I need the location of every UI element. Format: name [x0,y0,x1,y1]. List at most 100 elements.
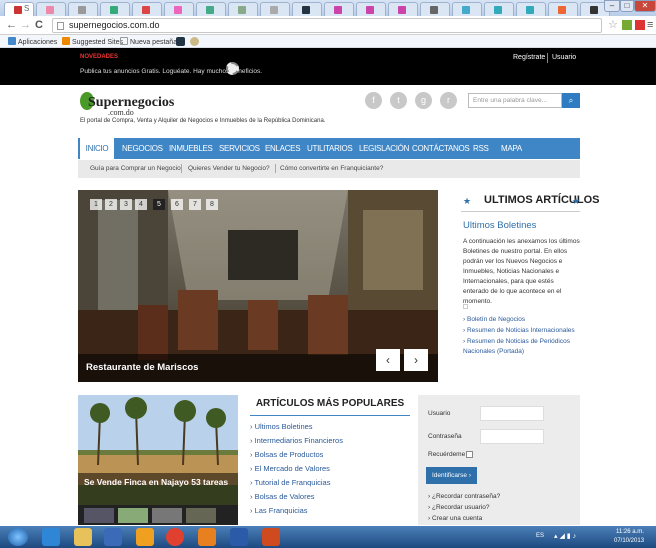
popular-item[interactable]: › Ultimos Boletines [250,422,313,431]
reload-icon[interactable]: C [35,19,43,31]
chevron-right-icon[interactable]: › [404,349,428,371]
menu-icon[interactable]: ≡ [647,19,653,31]
search-input[interactable]: Entre una palabra clave... [468,93,562,108]
browser-tab[interactable] [36,2,66,16]
sidebar-link-2[interactable]: › Resumen de Noticias Internacionales [463,326,581,336]
browser-tab[interactable] [68,2,98,16]
media-icon[interactable] [104,528,122,546]
start-button-icon[interactable] [8,528,28,546]
bookmark-icon[interactable] [190,37,199,46]
clock-date[interactable]: 07/10/2013 [614,538,644,544]
nav-item-enlaces[interactable]: ENLACES [265,138,301,159]
register-link[interactable]: Regístrate [513,54,545,61]
sidebar-link-3[interactable]: › Resumen de Noticias de Periódicos Naci… [463,337,581,357]
nav-item-inmuebles[interactable]: INMUEBLES [169,138,213,159]
minimize-icon[interactable]: – [604,0,620,12]
ie-icon[interactable] [42,528,60,546]
slider-page[interactable]: 1 [90,199,102,210]
chrome-icon[interactable] [166,528,184,546]
browser-tab[interactable] [132,2,162,16]
rss-icon[interactable]: r [440,92,457,109]
nav-item-legislacion[interactable]: LEGISLACIÓN [359,138,409,159]
popular-item[interactable]: › Tutorial de Franquicias [250,478,330,487]
nav-item-contactanos[interactable]: CONTÁCTANOS [412,138,470,159]
browser-tab[interactable] [100,2,130,16]
user-link[interactable]: Usuario [552,54,576,61]
sidebar-subtitle[interactable]: Ultimos Boletines [463,220,536,231]
forgot-password-link[interactable]: › ¿Recordar contraseña? [428,493,500,500]
nav-item-servicios[interactable]: SERVICIOS [219,138,260,159]
browser-tab[interactable] [388,2,418,16]
popular-item[interactable]: › Intermediarios Financieros [250,436,343,445]
facebook-icon[interactable]: f [365,92,382,109]
slider-caption[interactable]: Restaurante de Mariscos [86,362,198,373]
browser-tab[interactable] [196,2,226,16]
forgot-username-link[interactable]: › ¿Recordar usuario? [428,504,489,511]
app-icon[interactable] [198,528,216,546]
thumbnail[interactable] [186,508,216,523]
subnav-item[interactable]: Guía para Comprar un Negocio [90,165,181,172]
bookmark-newtab[interactable]: Nueva pestaña [120,37,177,47]
bookmark-icon[interactable] [176,37,185,46]
remember-checkbox[interactable] [466,451,473,458]
language-indicator[interactable]: ES [536,533,544,539]
image-slider[interactable]: 1 2 3 4 5 6 7 8 Restaurante de Mariscos … [78,190,438,382]
create-account-link[interactable]: › Crear una cuenta [428,515,482,522]
slider-page[interactable]: 4 [135,199,147,210]
star-icon[interactable]: ☆ [608,19,618,31]
address-bar[interactable]: supernegocios.com.do [52,18,602,33]
nav-item-inicio[interactable]: INICIO [80,138,114,159]
word-icon[interactable] [230,528,248,546]
subnav-item[interactable]: Quieres Vender tu Negocio? [188,165,270,172]
slider-page[interactable]: 3 [120,199,132,210]
clock-time[interactable]: 11:26 a.m. [616,529,644,535]
browser-tab[interactable] [164,2,194,16]
folder-icon[interactable] [74,528,92,546]
slider-page-active[interactable]: 5 [153,199,165,210]
bookmark-suggested[interactable]: Suggested Sites [62,37,123,47]
extension-icon[interactable] [622,20,632,30]
slider-page[interactable]: 2 [105,199,117,210]
slider-page[interactable]: 7 [189,199,201,210]
thumbnail[interactable] [84,508,114,523]
thumbnail[interactable] [118,508,148,523]
nav-item-utilitarios[interactable]: UTILITARIOS [307,138,353,159]
browser-tab[interactable] [484,2,514,16]
close-icon[interactable]: ✕ [634,0,656,12]
feature-caption[interactable]: Se Vende Finca en Najayo 53 tareas [84,477,234,487]
browser-tab[interactable] [292,2,322,16]
bookmark-apps[interactable]: Aplicaciones [8,37,57,47]
browser-tab[interactable] [324,2,354,16]
popular-item[interactable]: › El Mercado de Valores [250,464,330,473]
forward-icon[interactable]: → [20,19,31,31]
app-icon[interactable] [136,528,154,546]
browser-tab[interactable] [260,2,290,16]
browser-tab[interactable] [452,2,482,16]
login-button[interactable]: Identificarse › [426,467,478,484]
chevron-left-icon[interactable]: ‹ [376,349,400,371]
popular-item[interactable]: › Bolsas de Productos [250,450,323,459]
subnav-item[interactable]: Cómo convertirte en Franquiciante? [280,165,383,172]
nav-item-rss[interactable]: RSS [473,138,489,159]
nav-item-negocios[interactable]: NEGOCIOS [122,138,163,159]
popular-item[interactable]: › Las Franquicias [250,506,308,515]
username-input[interactable] [480,406,544,421]
browser-tab-active[interactable]: S [4,2,34,16]
password-input[interactable] [480,429,544,444]
browser-tab[interactable] [548,2,578,16]
browser-tab[interactable] [420,2,450,16]
browser-tab[interactable] [516,2,546,16]
tray-icons[interactable]: ▴ ◢ ▮ ♪ [554,532,576,540]
browser-tab[interactable] [356,2,386,16]
sidebar-link-1[interactable]: › Boletín de Negocios [463,315,581,325]
search-icon[interactable]: ⌕ [562,93,580,108]
nav-item-mapa[interactable]: MAPA [501,138,522,159]
slider-page[interactable]: 6 [171,199,183,210]
browser-tab[interactable] [228,2,258,16]
twitter-icon[interactable]: t [390,92,407,109]
popular-item[interactable]: › Bolsas de Valores [250,492,315,501]
extension-icon[interactable] [635,20,645,30]
maximize-icon[interactable]: □ [620,0,634,12]
google-plus-icon[interactable]: g [415,92,432,109]
slider-page[interactable]: 8 [206,199,218,210]
